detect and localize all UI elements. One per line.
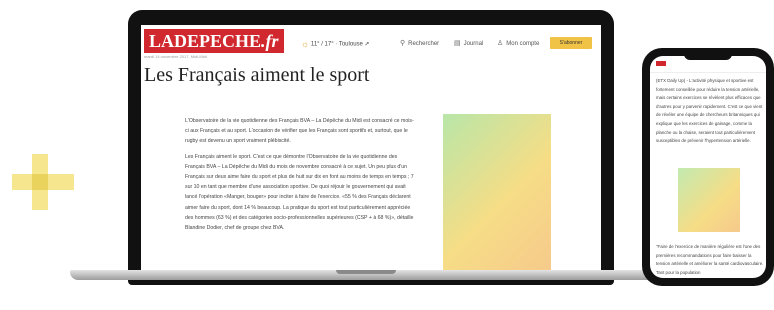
weather-widget[interactable]: ☼ 11° / 17° · Toulouse ➚ <box>301 39 370 49</box>
ad-placeholder[interactable] <box>443 114 551 273</box>
logo-main: LADEPECHE <box>149 31 262 51</box>
phone-notch <box>684 52 732 60</box>
newspaper-icon: ▤ <box>454 40 461 47</box>
site-logo[interactable]: LADEPECHE.fr <box>144 29 284 53</box>
nav-journal[interactable]: ▤ Journal <box>454 39 483 47</box>
logo-suffix: .fr <box>261 31 279 51</box>
sun-cloud-icon: ☼ <box>301 39 310 49</box>
subscribe-button[interactable]: S'abonner <box>550 37 592 49</box>
article-paragraph-1: L'Observatoire de la vie quotidienne des… <box>185 118 414 145</box>
laptop-notch <box>336 270 396 274</box>
dateline: mardi 14 novembre 2017, Midi-Midi <box>144 54 207 59</box>
nav-search[interactable]: ⚲ Rechercher <box>400 39 439 47</box>
article-body: L'Observatoire de la vie quotidienne des… <box>185 116 415 238</box>
user-icon: ♙ <box>497 40 504 47</box>
article-paragraph-2: Les Français aiment le sport. C'est ce q… <box>185 153 414 232</box>
phone-article-text-bottom: "Faire de l'exercice de manière régulièr… <box>656 244 764 275</box>
phone-logo[interactable] <box>656 61 666 66</box>
article-title: Les Français aiment le sport <box>144 64 370 86</box>
phone-screen: (ETX Daily Up) - L'activité physique et … <box>650 56 766 278</box>
decor-plus-center <box>32 174 48 190</box>
location-arrow-icon: ➚ <box>364 41 370 48</box>
search-icon: ⚲ <box>400 40 406 47</box>
site-header: LADEPECHE.fr mardi 14 novembre 2017, Mid… <box>141 25 601 59</box>
phone-article-text-top: (ETX Daily Up) - L'activité physique et … <box>656 78 763 144</box>
laptop-screen: LADEPECHE.fr mardi 14 novembre 2017, Mid… <box>141 25 601 273</box>
nav-account-label: Mon compte <box>506 41 540 47</box>
weather-text: 11° / 17° · Toulouse <box>310 41 363 48</box>
phone-ad-placeholder[interactable] <box>678 168 740 232</box>
nav-journal-label: Journal <box>463 41 484 47</box>
nav-account[interactable]: ♙ Mon compte <box>497 39 539 47</box>
nav-search-label: Rechercher <box>408 41 440 47</box>
